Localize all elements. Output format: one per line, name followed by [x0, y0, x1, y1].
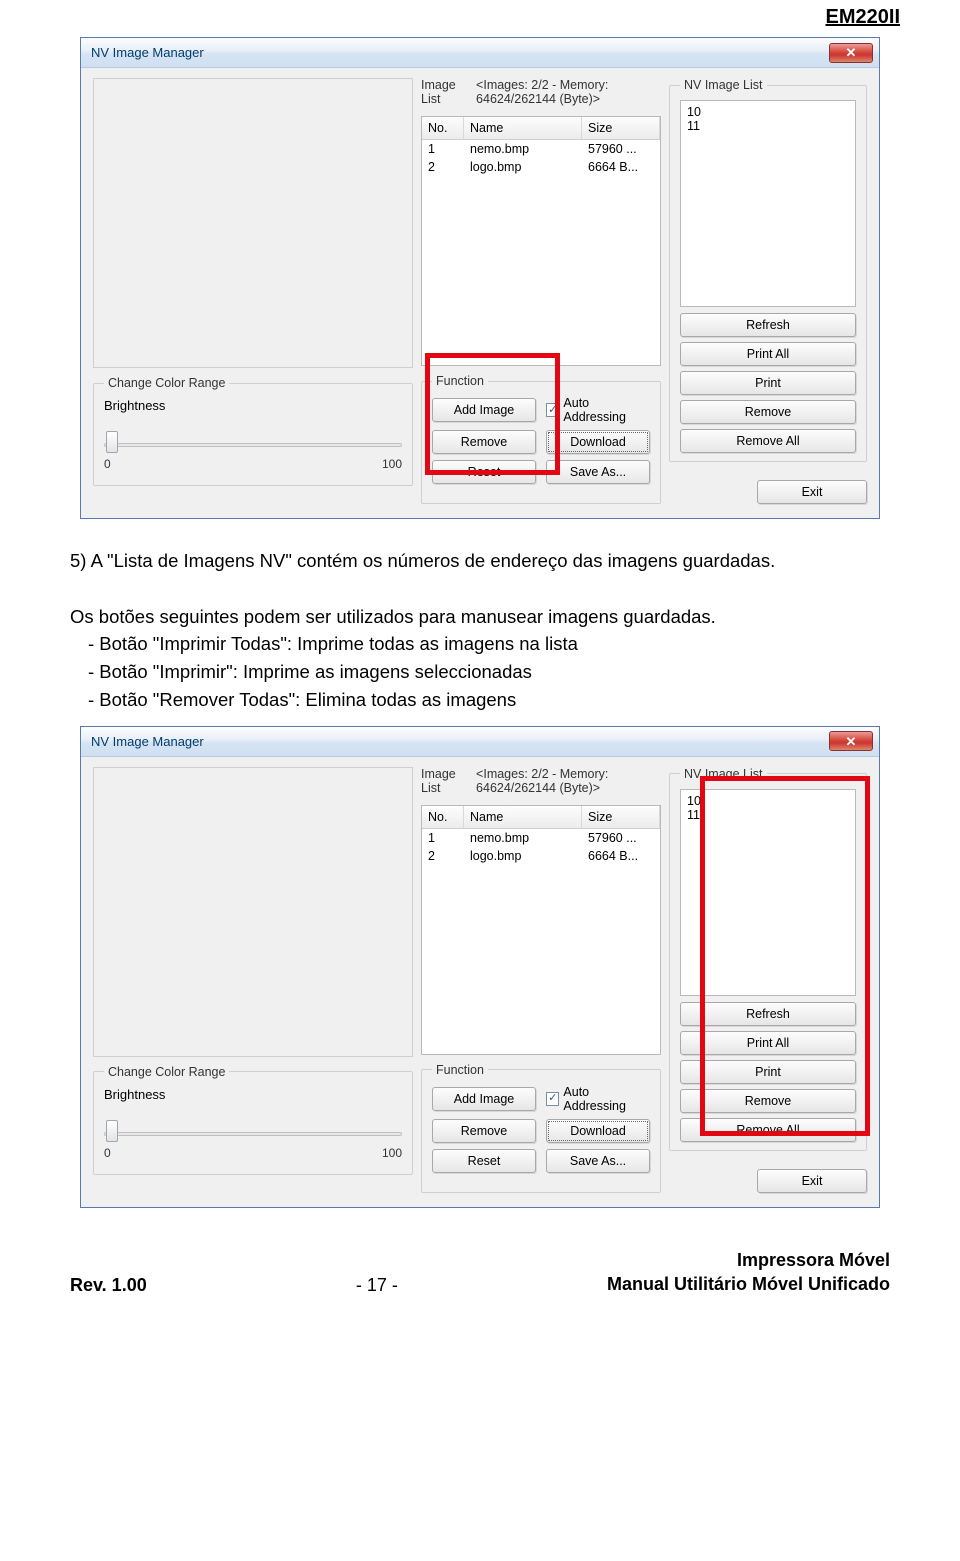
image-list-status: <Images: 2/2 - Memory: 64624/262144 (Byt…: [476, 767, 661, 795]
image-list[interactable]: No. Name Size 1 nemo.bmp 57960 ... 2 log…: [421, 116, 661, 366]
footer-page-number: - 17 -: [147, 1275, 607, 1296]
document-body-text: 5) A "Lista de Imagens NV" contém os núm…: [70, 547, 890, 714]
auto-addressing-checkbox[interactable]: ✓ Auto Addressing: [546, 396, 650, 424]
image-list-status: <Images: 2/2 - Memory: 64624/262144 (Byt…: [476, 78, 661, 106]
col-size: Size: [582, 117, 660, 139]
save-as-button[interactable]: Save As...: [546, 1149, 650, 1173]
function-group: Function Add Image ✓ Auto Addressing Rem…: [421, 1063, 661, 1193]
footer-product: Impressora Móvel: [607, 1248, 890, 1272]
brightness-max: 100: [382, 1146, 402, 1160]
remove-button[interactable]: Remove: [432, 1119, 536, 1143]
remove-button[interactable]: Remove: [432, 430, 536, 454]
nv-image-manager-dialog-2: NV Image Manager ✕ Change Color Range Br…: [80, 726, 880, 1208]
table-row[interactable]: 2 logo.bmp 6664 B...: [422, 847, 660, 865]
dialog-title: NV Image Manager: [91, 45, 204, 60]
auto-addressing-checkbox[interactable]: ✓ Auto Addressing: [546, 1085, 650, 1113]
add-image-button[interactable]: Add Image: [432, 1087, 536, 1111]
table-row[interactable]: 1 nemo.bmp 57960 ...: [422, 140, 660, 158]
dialog-title: NV Image Manager: [91, 734, 204, 749]
list-item[interactable]: 11: [687, 808, 849, 822]
brightness-label: Brightness: [104, 1087, 402, 1102]
download-button[interactable]: Download: [546, 430, 650, 454]
nv-image-list-group: NV Image List 10 11 Refresh Print All Pr…: [669, 78, 867, 462]
list-item[interactable]: 11: [687, 119, 849, 133]
brightness-label: Brightness: [104, 398, 402, 413]
image-preview-panel: [93, 767, 413, 1057]
print-button[interactable]: Print: [680, 1060, 856, 1084]
nv-image-list-group: NV Image List 10 11 Refresh Print All Pr…: [669, 767, 867, 1151]
col-name: Name: [464, 806, 582, 828]
nv-image-manager-dialog-1: NV Image Manager ✕ Change Color Range Br…: [80, 37, 880, 519]
col-name: Name: [464, 117, 582, 139]
color-range-group: Change Color Range Brightness 0 100: [93, 1065, 413, 1175]
exit-button[interactable]: Exit: [757, 480, 867, 504]
image-preview-panel: [93, 78, 413, 368]
remove-all-button[interactable]: Remove All: [680, 429, 856, 453]
print-button[interactable]: Print: [680, 371, 856, 395]
add-image-button[interactable]: Add Image: [432, 398, 536, 422]
image-list[interactable]: No. Name Size 1 nemo.bmp 57960 ... 2 log…: [421, 805, 661, 1055]
color-range-legend: Change Color Range: [104, 1065, 229, 1079]
refresh-button[interactable]: Refresh: [680, 313, 856, 337]
list-item[interactable]: 10: [687, 794, 849, 808]
function-legend: Function: [432, 1063, 488, 1077]
reset-button[interactable]: Reset: [432, 1149, 536, 1173]
print-all-button[interactable]: Print All: [680, 1031, 856, 1055]
brightness-min: 0: [104, 1146, 111, 1160]
close-icon[interactable]: ✕: [829, 43, 873, 63]
nv-image-list[interactable]: 10 11: [680, 789, 856, 996]
brightness-max: 100: [382, 457, 402, 471]
checkbox-icon: ✓: [546, 403, 559, 417]
list-item[interactable]: 10: [687, 105, 849, 119]
col-size: Size: [582, 806, 660, 828]
brightness-slider[interactable]: [104, 427, 402, 453]
brightness-slider[interactable]: [104, 1116, 402, 1142]
footer-manual: Manual Utilitário Móvel Unificado: [607, 1272, 890, 1296]
nv-image-list-legend: NV Image List: [680, 767, 767, 781]
doc-bullet-2: - Botão "Imprimir": Imprime as imagens s…: [88, 658, 890, 686]
exit-button[interactable]: Exit: [757, 1169, 867, 1193]
color-range-group: Change Color Range Brightness 0 100: [93, 376, 413, 486]
download-button[interactable]: Download: [546, 1119, 650, 1143]
col-no: No.: [422, 117, 464, 139]
page-model-header: EM220II: [60, 6, 900, 29]
remove-nv-button[interactable]: Remove: [680, 1089, 856, 1113]
refresh-button[interactable]: Refresh: [680, 1002, 856, 1026]
table-row[interactable]: 1 nemo.bmp 57960 ...: [422, 829, 660, 847]
image-list-label: Image List: [421, 78, 462, 106]
doc-bullet-3: - Botão "Remover Todas": Elimina todas a…: [88, 686, 890, 714]
function-group: Function Add Image ✓ Auto Addressing Rem…: [421, 374, 661, 504]
save-as-button[interactable]: Save As...: [546, 460, 650, 484]
checkbox-icon: ✓: [546, 1092, 559, 1106]
close-icon[interactable]: ✕: [829, 731, 873, 751]
table-row[interactable]: 2 logo.bmp 6664 B...: [422, 158, 660, 176]
doc-bullet-1: - Botão "Imprimir Todas": Imprime todas …: [88, 630, 890, 658]
remove-nv-button[interactable]: Remove: [680, 400, 856, 424]
brightness-min: 0: [104, 457, 111, 471]
footer-rev: Rev. 1.00: [70, 1275, 147, 1296]
print-all-button[interactable]: Print All: [680, 342, 856, 366]
col-no: No.: [422, 806, 464, 828]
nv-image-list[interactable]: 10 11: [680, 100, 856, 307]
doc-p1: 5) A "Lista de Imagens NV" contém os núm…: [70, 547, 890, 575]
function-legend: Function: [432, 374, 488, 388]
nv-image-list-legend: NV Image List: [680, 78, 767, 92]
color-range-legend: Change Color Range: [104, 376, 229, 390]
image-list-label: Image List: [421, 767, 462, 795]
reset-button[interactable]: Reset: [432, 460, 536, 484]
remove-all-button[interactable]: Remove All: [680, 1118, 856, 1142]
doc-p2: Os botões seguintes podem ser utilizados…: [70, 603, 890, 631]
